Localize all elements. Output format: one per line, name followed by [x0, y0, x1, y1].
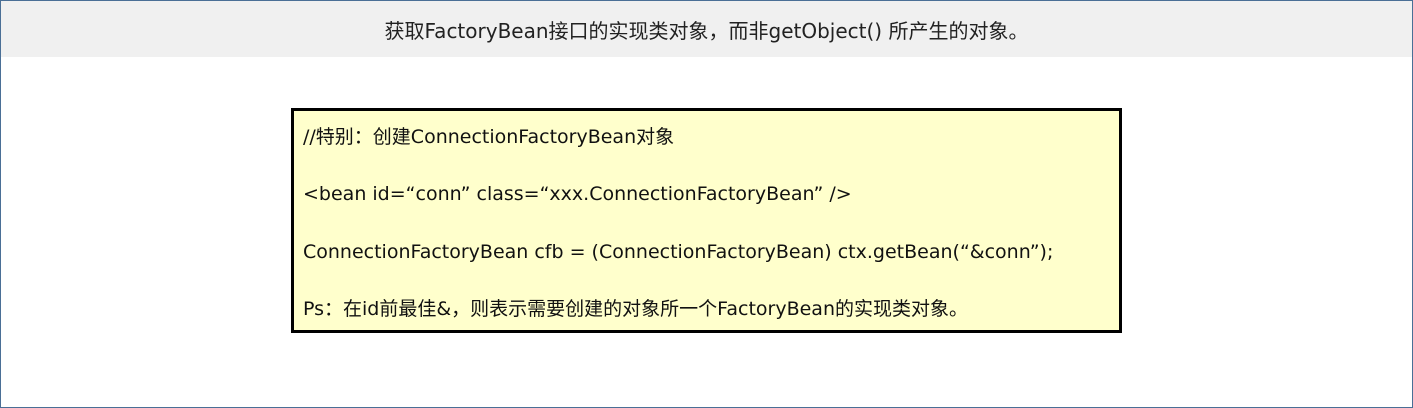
code-note-line: Ps：在id前最佳&，则表示需要创建的对象所一个FactoryBean的实现类对… — [303, 298, 968, 320]
code-box: //特别：创建ConnectionFactoryBean对象 <bean id=… — [291, 108, 1122, 333]
page-title: 获取FactoryBean接口的实现类对象，而非getObject() 所产生的… — [384, 18, 1029, 43]
code-comment-line: //特别：创建ConnectionFactoryBean对象 — [303, 126, 675, 148]
code-bean-definition-line: <bean id=“conn” class=“xxx.ConnectionFac… — [303, 183, 852, 205]
header-bar: 获取FactoryBean接口的实现类对象，而非getObject() 所产生的… — [1, 1, 1412, 57]
code-getbean-line: ConnectionFactoryBean cfb = (ConnectionF… — [303, 241, 1054, 263]
slide-frame: 获取FactoryBean接口的实现类对象，而非getObject() 所产生的… — [0, 0, 1413, 408]
